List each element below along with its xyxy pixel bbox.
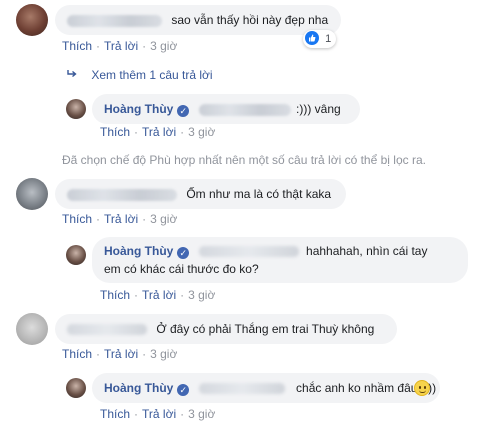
timestamp[interactable]: 3 giờ xyxy=(150,39,177,53)
timestamp[interactable]: 3 giờ xyxy=(188,125,215,139)
blurred-mention[interactable] xyxy=(198,103,291,116)
view-more-replies[interactable]: Xem thêm 1 câu trả lời xyxy=(66,68,213,82)
reply-link[interactable]: Trả lời xyxy=(142,125,176,139)
comment-text: Ốm như ma là có thật kaka xyxy=(186,187,332,201)
like-link[interactable]: Thích xyxy=(62,347,92,361)
thumbs-up-icon xyxy=(305,31,319,45)
view-more-replies-label: Xem thêm 1 câu trả lời xyxy=(91,68,213,82)
reply-link[interactable]: Trả lời xyxy=(104,212,138,226)
reply-author-avatar[interactable] xyxy=(66,378,86,398)
reply-bubble: Hoàng Thùy ✓ :))) vâng xyxy=(92,94,360,124)
timestamp[interactable]: 3 giờ xyxy=(188,407,215,421)
comment-actions: Thích · Trả lời · 3 giờ xyxy=(62,39,178,53)
reply-text-line2: em có khác cái thước đo ko? xyxy=(104,262,259,276)
reply-author-name[interactable]: Hoàng Thùy xyxy=(104,381,173,395)
reply-author-avatar[interactable] xyxy=(66,99,86,119)
comment-bubble: Ở đây có phải Thắng em trai Thuỳ không xyxy=(55,314,397,344)
blurred-mention[interactable] xyxy=(198,246,299,258)
reply-arrow-icon xyxy=(66,68,80,82)
reply-text: :))) vâng xyxy=(296,102,341,116)
commenter-avatar[interactable] xyxy=(16,4,48,36)
comment-text: sao vẫn thấy hồi này đẹp nha xyxy=(171,13,329,27)
reply-bubble: Hoàng Thùy ✓ hahhahah, nhìn cái tay em có… xyxy=(92,237,468,283)
reply-link[interactable]: Trả lời xyxy=(104,347,138,361)
reply-link[interactable]: Trả lời xyxy=(142,288,176,302)
filter-notice: Đã chọn chế độ Phù hợp nhất nên một số c… xyxy=(62,153,426,167)
reply-author-avatar[interactable] xyxy=(66,245,86,265)
timestamp[interactable]: 3 giờ xyxy=(150,347,177,361)
timestamp[interactable]: 3 giờ xyxy=(150,212,177,226)
reply-author-name[interactable]: Hoàng Thùy xyxy=(104,102,173,116)
like-link[interactable]: Thích xyxy=(100,125,130,139)
blurred-commenter-name[interactable] xyxy=(67,324,147,336)
verified-badge-icon: ✓ xyxy=(177,247,190,259)
like-link[interactable]: Thích xyxy=(62,212,92,226)
reply-bubble: Hoàng Thùy ✓ chắc anh ko nhầm đâu :))) xyxy=(92,373,440,403)
like-count-badge[interactable]: 1 xyxy=(303,30,337,48)
reply-link[interactable]: Trả lời xyxy=(104,39,138,53)
blurred-commenter-name[interactable] xyxy=(67,14,162,27)
like-link[interactable]: Thích xyxy=(100,407,130,421)
verified-badge-icon: ✓ xyxy=(177,105,190,117)
comment-actions: Thích · Trả lời · 3 giờ xyxy=(62,347,178,361)
reply-actions: Thích · Trả lời · 3 giờ xyxy=(100,125,216,139)
reply-author-name[interactable]: Hoàng Thùy xyxy=(104,244,173,258)
reply-actions: Thích · Trả lời · 3 giờ xyxy=(100,288,216,302)
comment-bubble: Ốm như ma là có thật kaka xyxy=(55,179,346,209)
blurred-mention[interactable] xyxy=(198,383,285,395)
comment-bubble: sao vẫn thấy hồi này đẹp nha xyxy=(55,5,341,35)
like-count: 1 xyxy=(325,33,332,45)
reply-text-line1: hahhahah, nhìn cái tay xyxy=(306,244,428,258)
blurred-commenter-name[interactable] xyxy=(67,188,177,201)
commenter-avatar[interactable] xyxy=(16,178,48,210)
commenter-avatar[interactable] xyxy=(16,313,48,345)
like-link[interactable]: Thích xyxy=(62,39,92,53)
reply-link[interactable]: Trả lời xyxy=(142,407,176,421)
timestamp[interactable]: 3 giờ xyxy=(188,288,215,302)
verified-badge-icon: ✓ xyxy=(177,384,190,396)
smiley-face-icon[interactable] xyxy=(414,380,430,396)
like-link[interactable]: Thích xyxy=(100,288,130,302)
comment-actions: Thích · Trả lời · 3 giờ xyxy=(62,212,178,226)
reply-actions: Thích · Trả lời · 3 giờ xyxy=(100,407,216,421)
comment-text: Ở đây có phải Thắng em trai Thuỳ không xyxy=(156,322,375,336)
